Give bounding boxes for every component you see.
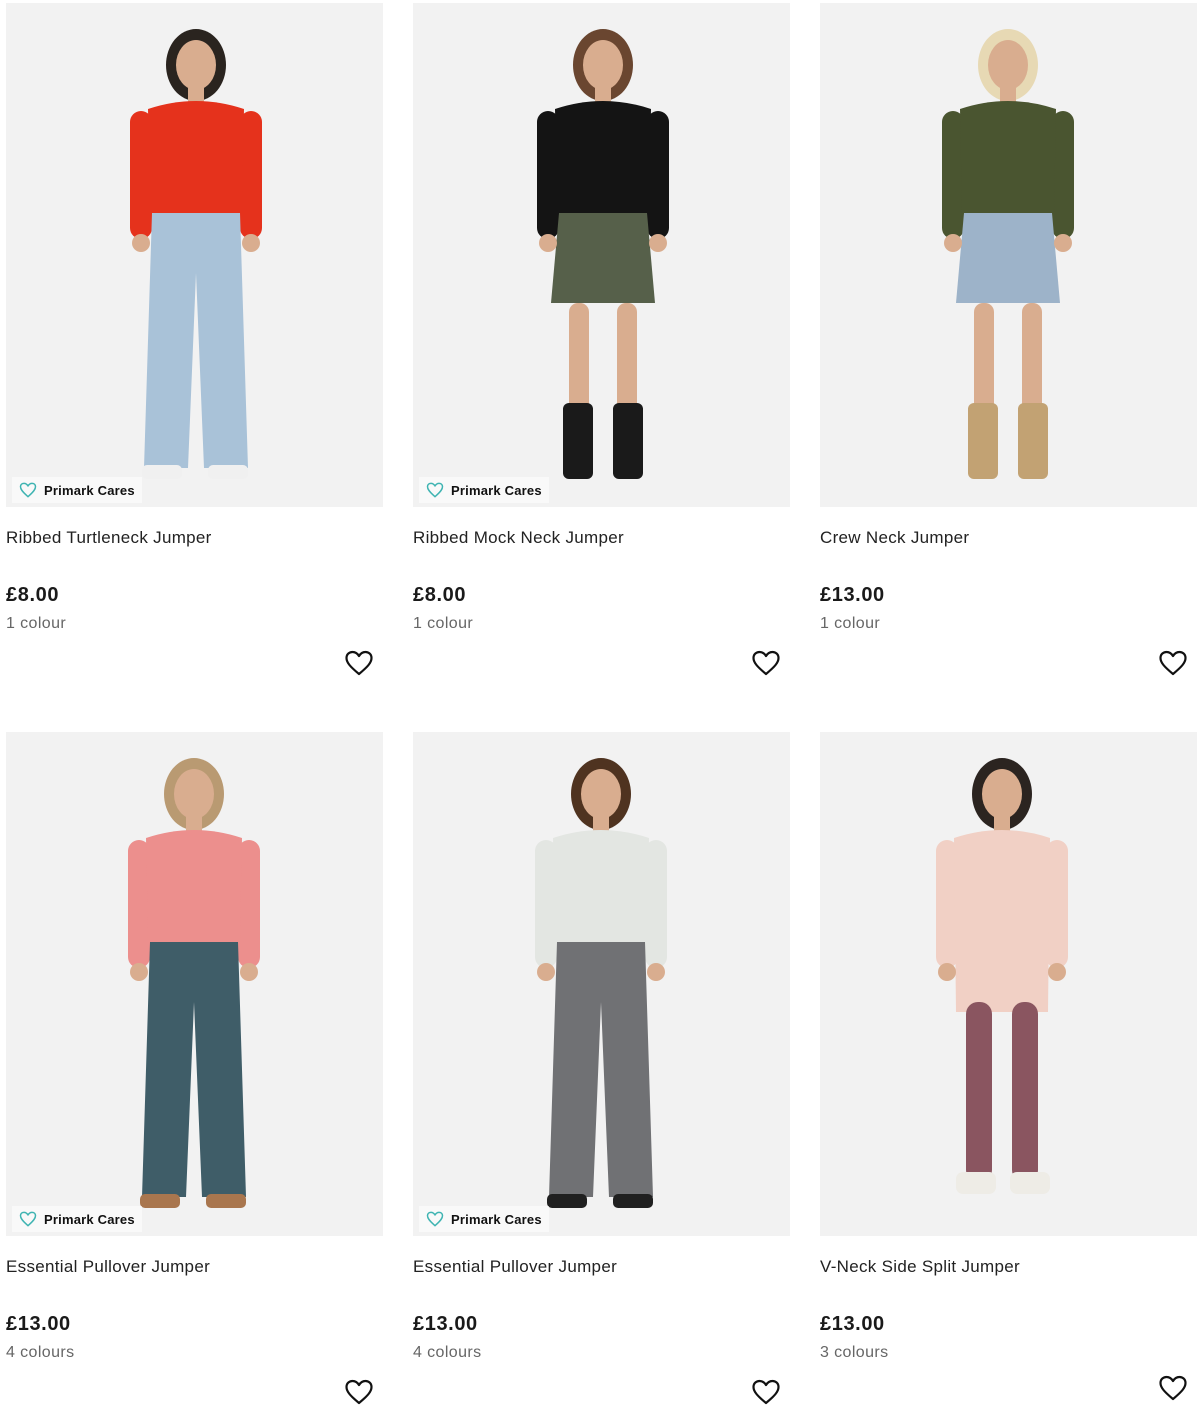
product-image[interactable]	[820, 3, 1197, 507]
product-image[interactable]: Primark Cares	[413, 732, 790, 1236]
wishlist-heart-button[interactable]	[343, 1376, 375, 1408]
model-silhouette	[128, 758, 260, 1208]
heart-outline-icon	[426, 482, 444, 498]
product-card[interactable]: V-Neck Side Split Jumper £13.00 3 colour…	[820, 732, 1197, 1401]
colour-count: 4 colours	[6, 1344, 75, 1361]
product-card[interactable]: Primark Cares Ribbed Turtleneck Jumper £…	[6, 3, 383, 676]
primark-cares-badge: Primark Cares	[12, 1206, 142, 1232]
colour-count: 1 colour	[413, 615, 474, 632]
heart-icon	[345, 650, 373, 676]
badge-label: Primark Cares	[451, 482, 542, 498]
model-figure	[936, 758, 1068, 1194]
product-name[interactable]: V-Neck Side Split Jumper	[820, 1257, 1020, 1277]
badge-label: Primark Cares	[451, 1211, 542, 1227]
colour-count: 3 colours	[820, 1344, 889, 1361]
model-silhouette	[936, 758, 1068, 1194]
model-figure	[535, 758, 667, 1208]
primark-cares-badge: Primark Cares	[419, 1206, 549, 1232]
model-silhouette	[130, 29, 262, 479]
product-name[interactable]: Crew Neck Jumper	[820, 528, 969, 548]
model-figure	[942, 29, 1074, 479]
product-price: £8.00	[6, 584, 60, 606]
wishlist-heart-button[interactable]	[750, 1376, 782, 1408]
product-name[interactable]: Essential Pullover Jumper	[413, 1257, 617, 1277]
product-price: £8.00	[413, 584, 467, 606]
heart-icon	[752, 1379, 780, 1405]
product-price: £13.00	[413, 1313, 478, 1335]
heart-outline-icon	[426, 1211, 444, 1227]
product-name[interactable]: Ribbed Turtleneck Jumper	[6, 528, 212, 548]
primark-cares-badge: Primark Cares	[419, 477, 549, 503]
wishlist-heart-button[interactable]	[1157, 647, 1189, 679]
product-image[interactable]: Primark Cares	[413, 3, 790, 507]
model-figure	[537, 29, 669, 479]
model-silhouette	[537, 29, 669, 479]
product-price: £13.00	[6, 1313, 71, 1335]
colour-count: 1 colour	[820, 615, 881, 632]
colour-count: 1 colour	[6, 615, 67, 632]
model-silhouette	[535, 758, 667, 1208]
model-figure	[128, 758, 260, 1208]
product-name[interactable]: Ribbed Mock Neck Jumper	[413, 528, 624, 548]
model-figure	[130, 29, 262, 479]
wishlist-heart-button[interactable]	[750, 647, 782, 679]
product-grid: Primark Cares Ribbed Turtleneck Jumper £…	[0, 0, 1200, 1405]
product-card[interactable]: Primark Cares Essential Pullover Jumper …	[413, 732, 790, 1405]
wishlist-heart-button[interactable]	[1157, 1372, 1189, 1404]
product-price: £13.00	[820, 584, 885, 606]
heart-icon	[752, 650, 780, 676]
heart-icon	[1159, 1375, 1187, 1401]
product-card[interactable]: Primark Cares Essential Pullover Jumper …	[6, 732, 383, 1405]
badge-label: Primark Cares	[44, 1211, 135, 1227]
model-silhouette	[942, 29, 1074, 479]
product-price: £13.00	[820, 1313, 885, 1335]
product-image[interactable]: Primark Cares	[6, 3, 383, 507]
heart-icon	[1159, 650, 1187, 676]
heart-icon	[345, 1379, 373, 1405]
heart-outline-icon	[19, 482, 37, 498]
primark-cares-badge: Primark Cares	[12, 477, 142, 503]
product-image[interactable]: Primark Cares	[6, 732, 383, 1236]
heart-outline-icon	[19, 1211, 37, 1227]
product-name[interactable]: Essential Pullover Jumper	[6, 1257, 210, 1277]
product-image[interactable]	[820, 732, 1197, 1236]
product-card[interactable]: Crew Neck Jumper £13.00 1 colour	[820, 3, 1197, 676]
wishlist-heart-button[interactable]	[343, 647, 375, 679]
badge-label: Primark Cares	[44, 482, 135, 498]
product-card[interactable]: Primark Cares Ribbed Mock Neck Jumper £8…	[413, 3, 790, 676]
colour-count: 4 colours	[413, 1344, 482, 1361]
